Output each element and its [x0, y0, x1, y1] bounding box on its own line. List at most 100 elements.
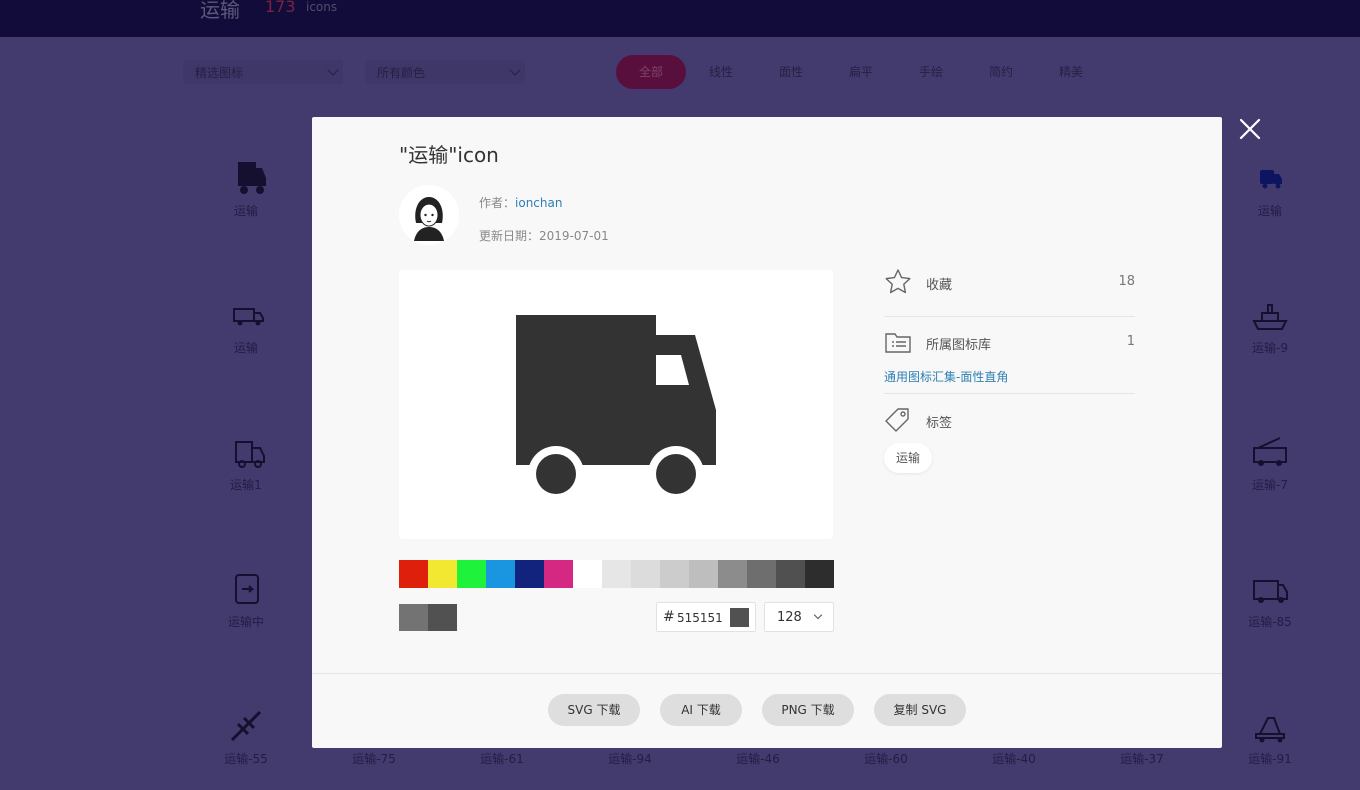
fire-truck-icon: [1253, 437, 1287, 466]
icon-card[interactable]: 运输-94: [600, 746, 660, 767]
library-link[interactable]: 通用图标汇集-面性直角: [884, 368, 1008, 385]
icon-card[interactable]: 运输-7: [1240, 432, 1300, 493]
chevron-down-icon: [813, 610, 823, 620]
size-value: 128: [777, 610, 802, 625]
icon-card[interactable]: 运输-60: [856, 746, 916, 767]
color-filter-label: 所有颜色: [377, 66, 426, 80]
icon-card-label: 运输中: [227, 615, 264, 629]
footer-divider: [312, 673, 1222, 674]
icon-card-label: 运输-9: [1252, 341, 1288, 355]
featured-filter-label: 精选图标: [195, 66, 244, 80]
icon-card[interactable]: 运输-37: [1112, 746, 1172, 767]
icon-card[interactable]: 运输: [1240, 158, 1300, 219]
icon-card-label: 运输-7: [1252, 478, 1288, 492]
icon-card[interactable]: 运输: [216, 295, 276, 356]
icon-card-label: 运输-60: [864, 752, 908, 766]
avatar-illustration: [399, 185, 459, 245]
tag-chip[interactable]: 运输: [884, 443, 933, 473]
icon-card-label: 运输: [233, 204, 258, 218]
chevron-down-icon: [509, 64, 521, 76]
author-link[interactable]: ionchan: [515, 196, 562, 210]
icon-card[interactable]: 运输中: [216, 569, 276, 630]
author-avatar[interactable]: [399, 185, 459, 245]
color-swatch[interactable]: [689, 560, 718, 588]
svg-download-button[interactable]: SVG 下载: [548, 694, 640, 726]
color-swatch[interactable]: [544, 560, 573, 588]
divider: [884, 393, 1135, 394]
color-swatch[interactable]: [573, 560, 602, 588]
icon-card-label: 运输-94: [608, 752, 652, 766]
icon-card-label: 运输-75: [352, 752, 396, 766]
icon-card[interactable]: 运输-40: [984, 746, 1044, 767]
ambulance-icon: [1253, 580, 1288, 603]
hex-color-input[interactable]: # 515151: [656, 602, 756, 632]
close-icon[interactable]: [1238, 117, 1262, 141]
color-swatch[interactable]: [486, 560, 515, 588]
icon-card[interactable]: 运输-91: [1240, 706, 1300, 767]
color-swatch[interactable]: [631, 560, 660, 588]
plane-icon: [230, 710, 262, 742]
color-swatch[interactable]: [718, 560, 747, 588]
icon-card[interactable]: 运输1: [216, 432, 276, 493]
icon-card[interactable]: 运输-46: [728, 746, 788, 767]
png-download-button[interactable]: PNG 下载: [762, 694, 854, 726]
tab-flat[interactable]: 扁平: [840, 55, 882, 89]
icon-card-label: 运输-91: [1248, 752, 1292, 766]
color-swatch[interactable]: [660, 560, 689, 588]
truck-icon: [516, 315, 716, 502]
color-swatch[interactable]: [428, 560, 457, 588]
recent-color-swatch[interactable]: [428, 604, 457, 631]
top-bar: 运输 173 icons: [0, 0, 1360, 37]
color-swatch[interactable]: [399, 560, 428, 588]
recent-color-swatch[interactable]: [399, 604, 428, 631]
tags-label: 标签: [926, 416, 953, 431]
page-title: 运输: [200, 0, 240, 22]
tab-simple[interactable]: 简约: [980, 55, 1022, 89]
divider: [884, 316, 1135, 317]
color-swatch[interactable]: [515, 560, 544, 588]
icon-card-label: 运输-85: [1248, 615, 1292, 629]
icon-card-label: 运输-37: [1120, 752, 1164, 766]
library-count: 1: [1126, 334, 1135, 349]
hex-value[interactable]: 515151: [677, 611, 723, 625]
folder-list-icon: [885, 333, 911, 353]
tab-filled[interactable]: 面性: [770, 55, 812, 89]
tags-row: 标签: [884, 406, 1135, 436]
tab-exquisite[interactable]: 精美: [1050, 55, 1092, 89]
color-filter-dropdown[interactable]: 所有颜色: [365, 60, 525, 84]
tab-all[interactable]: 全部: [616, 55, 686, 89]
icon-card[interactable]: 运输-75: [344, 746, 404, 767]
size-select[interactable]: 128: [764, 602, 834, 632]
color-swatch[interactable]: [602, 560, 631, 588]
author-line: 作者：ionchan: [479, 194, 562, 211]
color-swatch[interactable]: [776, 560, 805, 588]
recent-colors: [399, 604, 457, 631]
favorites-count: 18: [1118, 274, 1135, 289]
color-swatch[interactable]: [457, 560, 486, 588]
tab-linear[interactable]: 线性: [700, 55, 742, 89]
tab-handdrawn[interactable]: 手绘: [910, 55, 952, 89]
star-icon[interactable]: [884, 268, 912, 296]
icon-card-label: 运输: [1257, 204, 1282, 218]
date-value: 2019-07-01: [539, 229, 609, 243]
icon-card[interactable]: 运输-85: [1240, 569, 1300, 630]
icon-card[interactable]: 运输-9: [1240, 295, 1300, 356]
ai-download-button[interactable]: AI 下载: [660, 694, 742, 726]
current-color-chip[interactable]: [730, 608, 749, 627]
favorites-row[interactable]: 收藏 18: [884, 268, 1135, 298]
icon-card[interactable]: 运输: [216, 158, 276, 219]
icon-card[interactable]: 运输-61: [472, 746, 532, 767]
icon-card[interactable]: 运输-55: [216, 706, 276, 767]
modal-title: "运输"icon: [399, 143, 499, 167]
author-label: 作者：: [479, 196, 516, 210]
favorites-label: 收藏: [926, 278, 953, 293]
document-transit-icon: [235, 574, 259, 604]
truck-icon: [238, 162, 266, 194]
color-swatch[interactable]: [805, 560, 834, 588]
icon-card-label: 运输1: [230, 478, 262, 492]
copy-svg-button[interactable]: 复制 SVG: [874, 694, 966, 726]
icon-card-label: 运输-40: [992, 752, 1036, 766]
color-swatch[interactable]: [747, 560, 776, 588]
delivery-van-icon: [233, 308, 264, 326]
featured-filter-dropdown[interactable]: 精选图标: [183, 60, 343, 84]
